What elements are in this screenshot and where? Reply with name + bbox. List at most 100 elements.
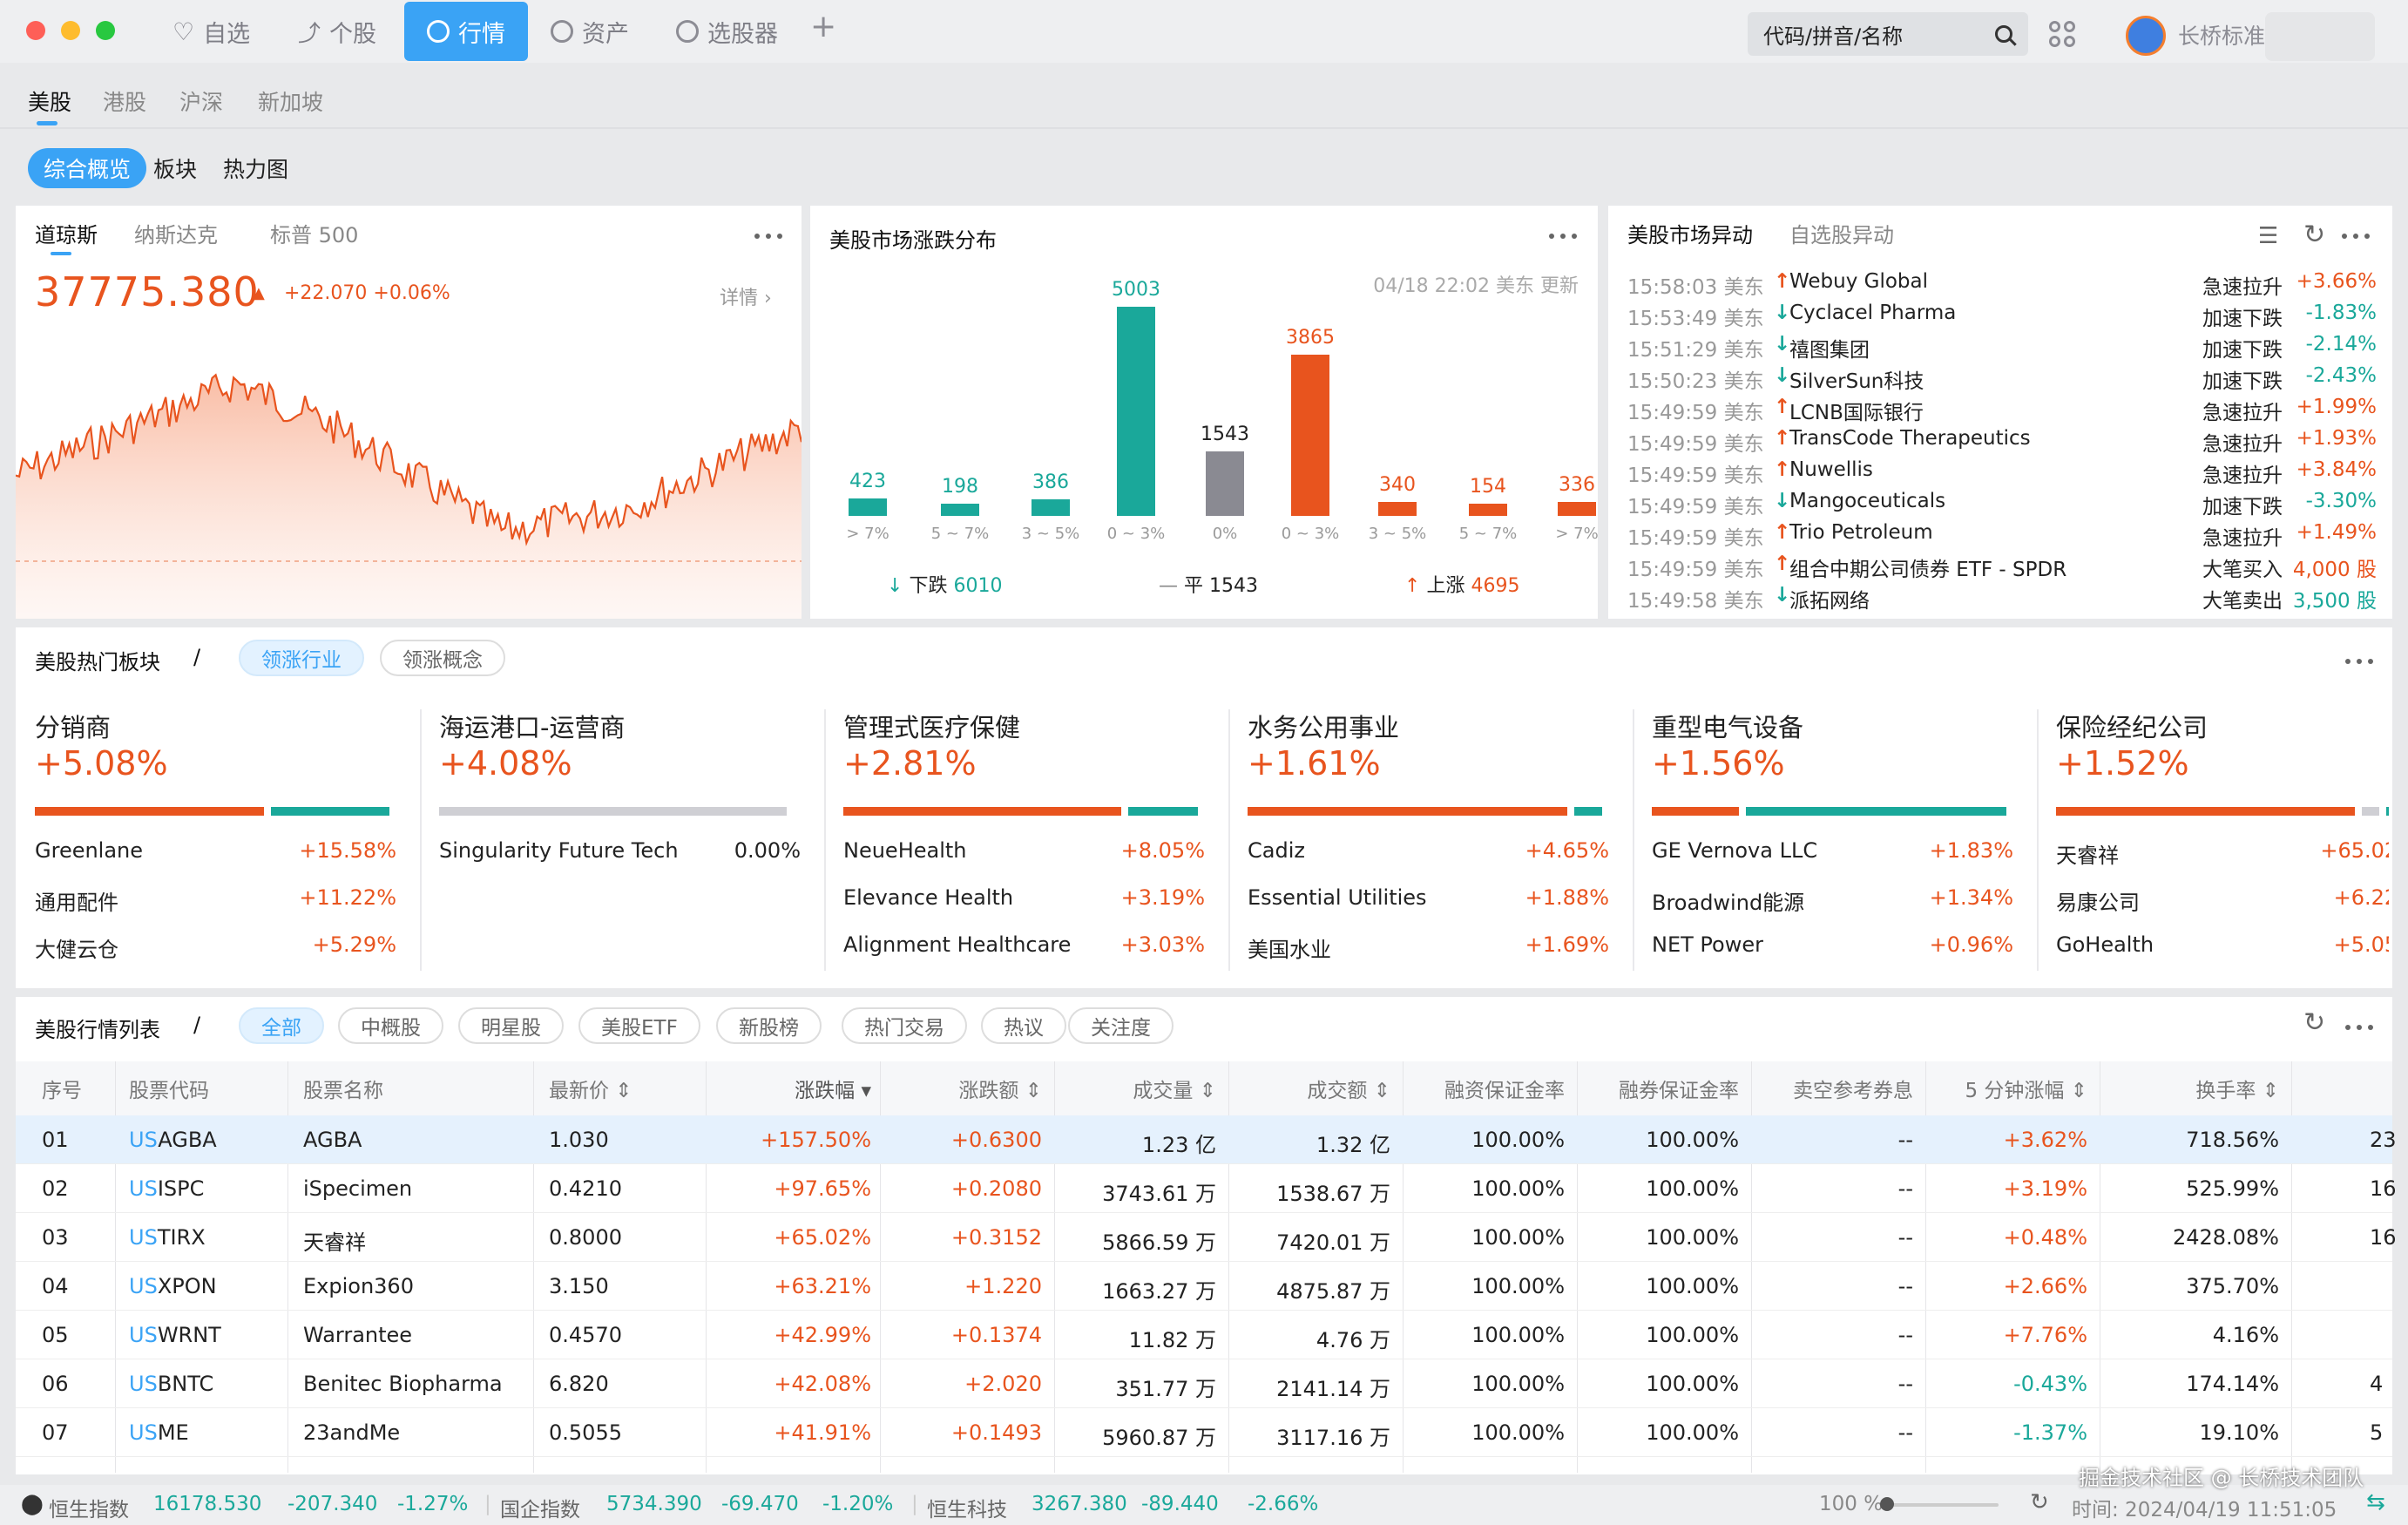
sector-stock-row[interactable]: 通用配件 +11.22% <box>35 885 396 916</box>
more-icon[interactable] <box>2345 659 2373 666</box>
anomaly-row[interactable]: 15:49:59 美东 ↑ LCNB国际银行 急速拉升 +1.99% <box>1627 396 2377 425</box>
subtab-heatmap[interactable]: 热力图 <box>223 148 288 188</box>
sector-stock-row[interactable]: Singularity Future Tech 0.00% <box>439 838 801 863</box>
zoom-slider[interactable] <box>1885 1503 1999 1507</box>
anomaly-row[interactable]: 15:49:59 美东 ↑ TransCode Therapeutics 急速拉升 +1… <box>1627 427 2377 457</box>
column-header[interactable]: 换手率 ⇕ <box>2087 1074 2279 1103</box>
sector-card[interactable]: 保险经纪公司+1.52% 天睿祥 +65.02% 易康公司 +6.22% GoHealth… <box>2056 708 2389 969</box>
nav-tab-watchlist[interactable]: ♡ 自选 <box>172 0 250 63</box>
hstech-label[interactable]: 恒生科技 <box>927 1493 1007 1522</box>
anomaly-value: +1.93% <box>2296 427 2377 450</box>
subtab-overview[interactable]: 综合概览 <box>28 148 147 188</box>
market-tab-hk[interactable]: 港股 <box>103 85 146 117</box>
chip-quote-filter[interactable]: 明星股 <box>458 1007 564 1044</box>
anomaly-row[interactable]: 15:49:59 美东 ↑ Trio Petroleum 急速拉升 +1.49% <box>1627 521 2377 551</box>
close-window-button[interactable] <box>26 21 45 40</box>
column-header[interactable]: 成交量 ⇕ <box>1025 1074 1216 1103</box>
zoom-handle[interactable] <box>1880 1497 1894 1511</box>
chip-leading-industry[interactable]: 领涨行业 <box>239 640 364 676</box>
sector-stock-row[interactable]: Elevance Health +3.19% <box>843 885 1205 910</box>
sector-stock-row[interactable]: 大健云仓 +5.29% <box>35 932 396 963</box>
anomaly-row[interactable]: 15:58:03 美东 ↑ Webuy Global 急速拉升 +3.66% <box>1627 270 2377 300</box>
sector-stock-row[interactable]: Broadwind能源 +1.34% <box>1652 885 2013 916</box>
search-input[interactable]: 代码/拼音/名称 <box>1748 12 2028 56</box>
column-header[interactable]: 涨跌幅 ▾ <box>680 1074 871 1103</box>
column-header[interactable]: 融资保证金率 <box>1373 1074 1565 1103</box>
sector-stock-row[interactable]: NET Power +0.96% <box>1652 932 2013 957</box>
refresh-icon[interactable]: ↻ <box>2303 1007 2325 1038</box>
nav-tab-market[interactable]: 行情 <box>404 2 528 61</box>
column-header[interactable]: 股票名称 <box>303 1074 383 1103</box>
sector-stock-row[interactable]: GoHealth +5.05% <box>2056 932 2389 957</box>
nav-tab-assets[interactable]: 资产 <box>551 0 629 63</box>
anomaly-row[interactable]: 15:53:49 美东 ↓ Cyclacel Pharma 加速下跌 -1.83% <box>1627 302 2377 331</box>
sector-name: 保险经纪公司 <box>2056 713 2208 742</box>
sector-stock-row[interactable]: NeueHealth +8.05% <box>843 838 1205 863</box>
sector-card[interactable]: 重型电气设备 +1.56% GE Vernova LLC +1.83% Broadwin… <box>1652 708 2013 969</box>
cell-vol: 3743.61 万 <box>1102 1182 1216 1206</box>
chip-quote-filter[interactable]: 全部 <box>239 1007 324 1044</box>
sector-card[interactable]: 水务公用事业 +1.61% Cadiz +4.65% Essential Utiliti… <box>1248 708 1609 969</box>
column-header[interactable]: 卖空参考券息 <box>1721 1074 1913 1103</box>
column-header[interactable]: 序号 <box>42 1074 82 1103</box>
more-icon[interactable] <box>2345 1025 2373 1032</box>
index-tab-nasdaq[interactable]: 纳斯达克 <box>134 218 218 248</box>
market-tab-cn[interactable]: 沪深 <box>179 85 223 117</box>
anomaly-row[interactable]: 15:50:23 美东 ↓ SilverSun科技 加速下跌 -2.43% <box>1627 364 2377 394</box>
more-icon[interactable] <box>754 234 782 241</box>
subtab-sectors[interactable]: 板块 <box>153 148 197 188</box>
anomaly-row[interactable]: 15:49:59 美东 ↑ Nuwellis 急速拉升 +3.84% <box>1627 458 2377 488</box>
sector-stock-row[interactable]: Cadiz +4.65% <box>1248 838 1609 863</box>
chip-quote-filter[interactable]: 中概股 <box>338 1007 443 1044</box>
sector-stock-row[interactable]: Greenlane +15.58% <box>35 838 396 863</box>
user-name[interactable]: 长桥标准 <box>2178 19 2265 51</box>
detail-link[interactable]: 详情 › <box>720 282 772 310</box>
sector-stock-row[interactable]: 天睿祥 +65.02% <box>2056 838 2389 869</box>
nav-tab-screener[interactable]: 选股器 <box>676 0 778 63</box>
cell-chg: +0.2080 <box>950 1176 1042 1201</box>
sector-card[interactable]: 海运港口-运营商 +4.08% Singularity Future Tech 0.0… <box>439 708 801 969</box>
cell-no: 07 <box>42 1420 69 1445</box>
chip-quote-filter[interactable]: 热议 <box>981 1007 1066 1044</box>
maximize-window-button[interactable] <box>96 21 115 40</box>
apps-grid-icon[interactable] <box>2049 21 2075 47</box>
column-header[interactable]: 成交额 ⇕ <box>1199 1074 1390 1103</box>
chip-quote-filter[interactable]: 美股ETF <box>578 1007 700 1044</box>
anomaly-time: 15:49:59 美东 <box>1627 527 1764 550</box>
hscei-label[interactable]: 国企指数 <box>500 1493 580 1522</box>
anomaly-time: 15:49:59 美东 <box>1627 496 1764 518</box>
index-tab-sp500[interactable]: 标普 500 <box>270 218 358 248</box>
anomaly-row[interactable]: 15:49:59 美东 ↑ 组合中期公司债券 ETF - SPDR 大笔买入 4,000… <box>1627 552 2377 582</box>
column-header[interactable]: 股票代码 <box>129 1074 209 1103</box>
column-header[interactable]: 涨跌额 ⇕ <box>850 1074 1042 1103</box>
refresh-icon[interactable]: ↻ <box>2030 1489 2049 1515</box>
chip-quote-filter[interactable]: 关注度 <box>1068 1007 1174 1044</box>
sector-stock-row[interactable]: Essential Utilities +1.88% <box>1248 885 1609 910</box>
sector-stock-row[interactable]: Alignment Healthcare +3.03% <box>843 932 1205 957</box>
sector-stock-row[interactable]: 易康公司 +6.22% <box>2056 885 2389 916</box>
column-header[interactable]: 5 分钟涨幅 ⇕ <box>1896 1074 2087 1103</box>
hsi-label[interactable]: 恒生指数 <box>49 1493 129 1522</box>
sector-stock-row[interactable]: GE Vernova LLC +1.83% <box>1652 838 2013 863</box>
sector-stock-row[interactable]: 美国水业 +1.69% <box>1248 932 1609 963</box>
sector-card[interactable]: 分销商 +5.08% Greenlane +15.58% 通用配件 +11.22% 大健云仓… <box>35 708 396 969</box>
column-header[interactable]: 最新价 ⇕ <box>549 1074 632 1103</box>
sector-card[interactable]: 管理式医疗保健 +2.81% NeueHealth +8.05% Elevance He… <box>843 708 1205 969</box>
minimize-window-button[interactable] <box>61 21 80 40</box>
index-tab-dow[interactable]: 道琼斯 <box>35 218 98 255</box>
anomaly-row[interactable]: 15:49:59 美东 ↓ Mangoceuticals 加速下跌 -3.30% <box>1627 490 2377 519</box>
market-tab-us[interactable]: 美股 <box>28 85 71 125</box>
cell-short: -- <box>1897 1372 1913 1396</box>
chip-leading-concept[interactable]: 领涨概念 <box>380 640 505 676</box>
index-price: 37775.380 <box>35 268 260 315</box>
chip-quote-filter[interactable]: 热门交易 <box>842 1007 967 1044</box>
anomaly-row[interactable]: 15:49:58 美东 ↓ 派拓网络 大笔卖出 3,500 股 <box>1627 584 2377 613</box>
add-tab-button[interactable]: + <box>810 9 836 44</box>
anomaly-row[interactable]: 15:51:29 美东 ↓ 禧图集团 加速下跌 -2.14% <box>1627 333 2377 363</box>
market-tab-sg[interactable]: 新加坡 <box>258 85 323 117</box>
cell-chg: +2.020 <box>964 1372 1042 1396</box>
nav-tab-stock[interactable]: ⤴ 个股 <box>298 0 376 63</box>
chip-quote-filter[interactable]: 新股榜 <box>716 1007 822 1044</box>
column-header[interactable]: 融券保证金率 <box>1547 1074 1739 1103</box>
avatar[interactable] <box>2126 16 2166 56</box>
